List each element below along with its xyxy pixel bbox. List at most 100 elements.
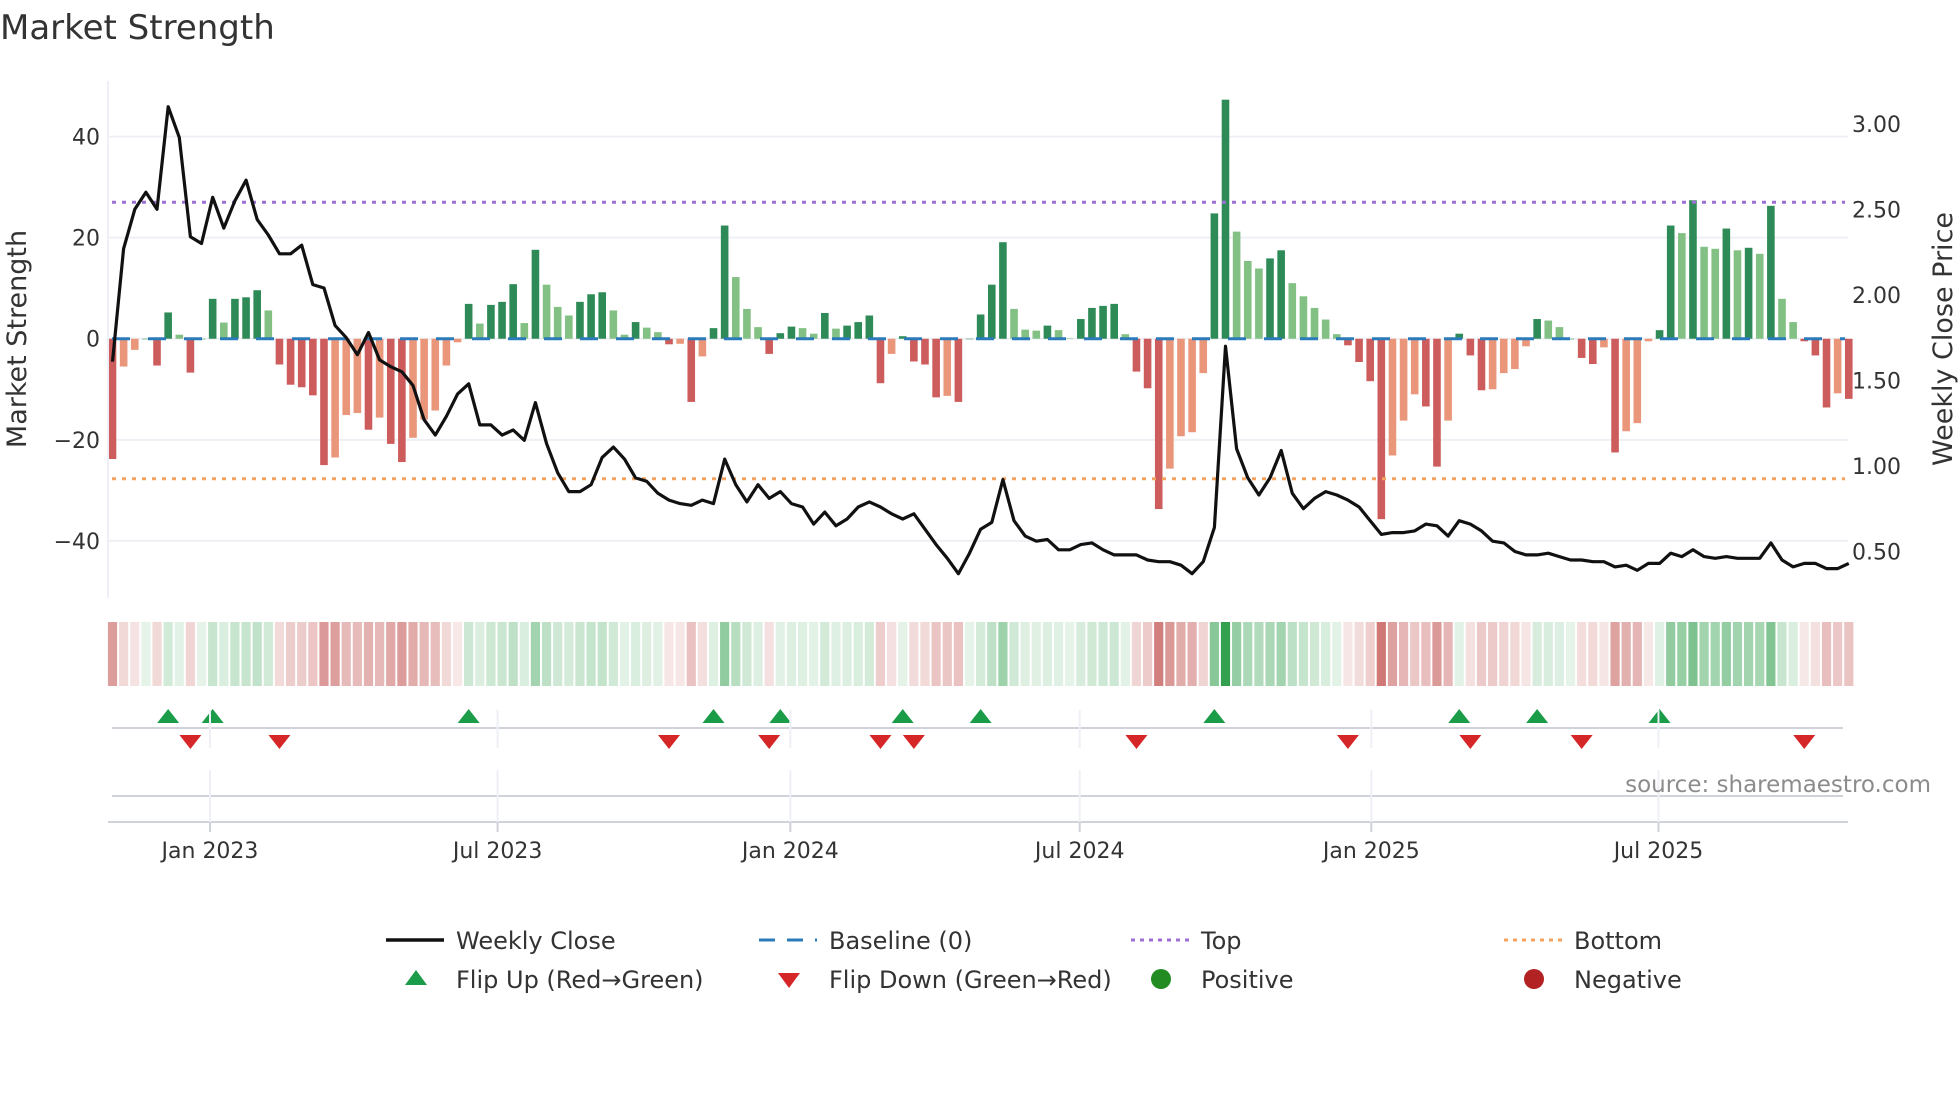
- strip-cell: [1688, 622, 1698, 686]
- strength-bar: [275, 338, 284, 365]
- strip-cell: [1120, 622, 1130, 686]
- legend-item: Weekly Close: [386, 927, 616, 955]
- strength-heat-strip: [107, 622, 1854, 686]
- strength-bar: [1644, 338, 1653, 342]
- strip-cell: [1398, 622, 1409, 686]
- strength-bar: [943, 338, 952, 396]
- strip-cell: [664, 622, 674, 686]
- strength-bar: [1555, 327, 1564, 339]
- strength-bar: [999, 242, 1007, 339]
- strip-cell: [441, 622, 451, 686]
- strip-cell: [297, 622, 307, 686]
- strip-cell: [141, 622, 151, 686]
- strip-cell: [1053, 622, 1064, 686]
- strength-bar: [1755, 253, 1764, 339]
- y2-tick-label: 1.00: [1852, 455, 1901, 480]
- flip-up-marker: [1448, 709, 1471, 723]
- strip-cell: [1343, 622, 1353, 686]
- strength-bar: [464, 303, 473, 339]
- strip-cell: [285, 622, 296, 686]
- strip-cell: [163, 622, 173, 686]
- strip-cell: [1721, 622, 1731, 686]
- strength-bar: [453, 338, 462, 343]
- strength-bar: [676, 338, 684, 344]
- strip-cell: [642, 622, 652, 686]
- strip-cell: [1076, 622, 1086, 686]
- y-tick-label: −40: [54, 530, 100, 555]
- strength-bar: [1321, 319, 1330, 339]
- strength-bar: [475, 323, 484, 339]
- strength-bar: [1310, 307, 1319, 339]
- legend-label: Flip Up (Red→Green): [456, 966, 704, 994]
- strength-bar: [1422, 338, 1430, 407]
- strength-bar: [1722, 228, 1731, 339]
- strip-cell: [196, 622, 207, 686]
- strength-bar: [1132, 338, 1141, 372]
- legend-item: Flip Up (Red→Green): [405, 966, 704, 994]
- strip-cell: [775, 622, 785, 686]
- strength-bar: [320, 338, 328, 466]
- strip-cell: [553, 622, 563, 686]
- flip-down-marker: [1793, 735, 1816, 749]
- strip-cell: [1065, 622, 1075, 686]
- strength-bar: [1065, 338, 1074, 339]
- strip-cell: [452, 622, 463, 686]
- strip-cell: [1198, 622, 1208, 686]
- strength-bar: [1410, 338, 1419, 395]
- y-tick-label: 40: [72, 126, 100, 151]
- legend-item: Baseline (0): [759, 927, 972, 955]
- strength-bar: [954, 338, 963, 402]
- strip-cell: [1677, 622, 1687, 686]
- strip-cell: [130, 622, 140, 686]
- legend-label: Bottom: [1574, 927, 1662, 955]
- strip-cell: [1666, 622, 1676, 686]
- strip-cell: [1454, 622, 1464, 686]
- strip-cell: [1543, 622, 1553, 686]
- strip-cell: [1165, 622, 1175, 686]
- strength-bar: [553, 306, 562, 339]
- strength-bar: [1043, 325, 1052, 339]
- strip-cell: [274, 622, 285, 686]
- strength-bar: [865, 315, 874, 339]
- flip-down-marker: [1570, 735, 1593, 749]
- strip-cell: [708, 622, 719, 686]
- strength-bar: [754, 327, 762, 339]
- strength-bar: [1778, 298, 1786, 339]
- strip-cell: [1643, 622, 1654, 686]
- legend-item: Flip Down (Green→Red): [778, 966, 1112, 994]
- strength-bar: [386, 338, 395, 444]
- flip-down-marker: [758, 735, 781, 749]
- legend-label: Weekly Close: [456, 927, 616, 955]
- strength-bar: [342, 338, 351, 416]
- strength-bar: [598, 292, 607, 339]
- strip-cell: [1744, 622, 1754, 686]
- strip-cell: [753, 622, 763, 686]
- strip-cell: [887, 622, 897, 686]
- strip-cell: [653, 622, 663, 686]
- strip-cell: [764, 622, 774, 686]
- legend-item: Negative: [1524, 966, 1682, 994]
- strip-cell: [1209, 622, 1219, 686]
- strip-cell: [1799, 622, 1809, 686]
- strength-bar: [208, 298, 217, 339]
- strength-bar: [698, 338, 707, 357]
- y-tick-label: 0: [86, 328, 100, 353]
- strip-cell: [1321, 622, 1331, 686]
- strip-cell: [397, 622, 407, 686]
- strength-bar: [720, 225, 729, 339]
- strength-bar: [798, 328, 807, 339]
- strength-bar: [1488, 338, 1497, 390]
- flip-up-marker: [891, 709, 914, 723]
- strength-bar: [1833, 338, 1842, 394]
- strip-cell: [1142, 622, 1153, 686]
- strength-bar: [1377, 338, 1386, 520]
- strip-cell: [809, 622, 819, 686]
- strength-bar: [1433, 338, 1441, 467]
- strength-bar: [987, 284, 996, 339]
- strength-bar: [1733, 250, 1742, 339]
- strength-bar: [286, 338, 295, 385]
- strip-cell: [1476, 622, 1487, 686]
- flip-down-marker: [658, 735, 680, 749]
- strength-bar: [431, 338, 440, 411]
- strength-bar: [1399, 338, 1408, 421]
